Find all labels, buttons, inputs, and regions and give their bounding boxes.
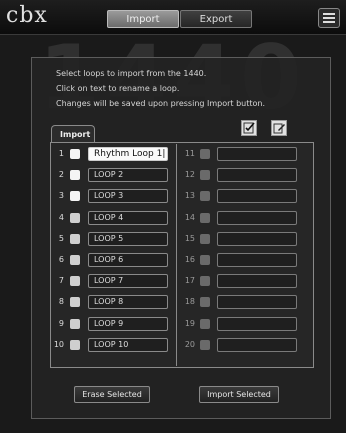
loop-name-field[interactable]: LOOP 5 <box>88 231 168 246</box>
loop-number: 8 <box>58 297 64 307</box>
menu-line <box>323 21 335 23</box>
instruction-line-2: Click on text to rename a loop. <box>56 84 180 93</box>
loop-name-field[interactable]: LOOP 7 <box>88 274 168 289</box>
loop-checkbox[interactable] <box>70 191 80 202</box>
hamburger-menu-icon[interactable] <box>318 8 340 28</box>
loop-checkbox[interactable] <box>200 212 210 223</box>
loop-number: 17 <box>184 276 195 286</box>
loop-checkbox[interactable] <box>200 233 210 244</box>
loop-number: 12 <box>184 170 195 180</box>
erase-selected-button[interactable]: Erase Selected <box>74 386 150 403</box>
loop-checkbox[interactable] <box>200 297 210 308</box>
loop-number: 2 <box>58 170 64 180</box>
loop-checkbox[interactable] <box>200 255 210 265</box>
loop-name-field[interactable]: LOOP 8 <box>88 295 168 310</box>
loop-checkbox[interactable] <box>70 149 80 159</box>
instruction-line-3: Changes will be saved upon pressing Impo… <box>56 99 266 108</box>
loop-checkbox[interactable] <box>200 149 210 159</box>
loop-checkbox[interactable] <box>70 339 80 350</box>
loop-number: 18 <box>184 297 195 307</box>
loop-checkbox[interactable] <box>200 191 210 202</box>
loop-number: 19 <box>184 318 195 328</box>
loop-name-field[interactable] <box>217 274 297 289</box>
loop-number: 20 <box>184 339 195 349</box>
loop-name-field[interactable]: LOOP 4 <box>88 210 168 225</box>
import-section-tab: Import <box>51 125 95 143</box>
loop-number: 15 <box>184 233 195 243</box>
loop-number: 3 <box>58 191 64 201</box>
loop-name-field[interactable]: LOOP 10 <box>88 337 168 352</box>
loop-name-field[interactable] <box>217 168 297 183</box>
instruction-line-1: Select loops to import from the 1440. <box>56 69 207 78</box>
loop-name-field[interactable] <box>217 253 297 267</box>
loop-name-field[interactable] <box>217 231 297 246</box>
menu-line <box>323 17 335 19</box>
loop-checkbox[interactable] <box>200 170 210 181</box>
loop-name-field[interactable]: LOOP 9 <box>88 316 168 331</box>
loop-name-field[interactable] <box>217 189 297 204</box>
loop-name-field[interactable]: LOOP 3 <box>88 189 168 204</box>
loop-number: 11 <box>184 149 195 158</box>
import-selected-button[interactable]: Import Selected <box>199 386 279 403</box>
loop-name-field[interactable]: LOOP 2 <box>88 168 168 183</box>
loop-checkbox[interactable] <box>70 212 80 223</box>
loop-checkbox[interactable] <box>70 318 80 329</box>
select-all-icon[interactable] <box>241 120 257 136</box>
app-logo: cbx <box>6 3 48 28</box>
loop-checkbox[interactable] <box>200 339 210 350</box>
menu-line <box>323 13 335 15</box>
loop-number: 10 <box>53 339 64 349</box>
loop-number: 14 <box>184 212 195 222</box>
loop-name-field[interactable] <box>217 295 297 310</box>
loop-name-field[interactable] <box>217 337 297 352</box>
loop-checkbox[interactable] <box>200 276 210 287</box>
loop-number: 1 <box>58 149 64 158</box>
loop-checkbox[interactable] <box>70 297 80 308</box>
loop-number: 7 <box>58 276 64 286</box>
loop-checkbox[interactable] <box>70 233 80 244</box>
loop-checkbox[interactable] <box>200 318 210 329</box>
loop-number: 4 <box>58 212 64 222</box>
app-window: cbx Import Export 1440 Select loops to i… <box>0 0 346 433</box>
loop-name-field[interactable] <box>217 147 297 161</box>
loop-checkbox[interactable] <box>70 170 80 181</box>
loop-checkbox[interactable] <box>70 276 80 287</box>
loop-name-field[interactable]: Rhythm Loop 1| <box>88 147 168 161</box>
loop-name-field[interactable] <box>217 210 297 225</box>
loop-checkbox[interactable] <box>70 255 80 265</box>
loop-name-field[interactable]: LOOP 6 <box>88 253 168 267</box>
loop-number: 6 <box>58 255 64 264</box>
loop-number: 5 <box>58 233 64 243</box>
loop-name-field[interactable] <box>217 316 297 331</box>
loop-number: 9 <box>58 318 64 328</box>
edit-icon[interactable] <box>271 120 287 136</box>
loop-number: 13 <box>184 191 195 201</box>
loop-number: 16 <box>184 255 195 264</box>
